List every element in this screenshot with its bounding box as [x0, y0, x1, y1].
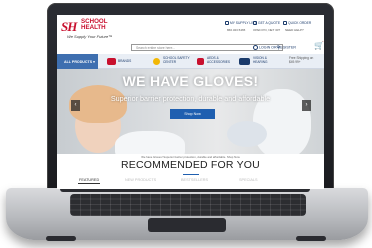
nav-item-aeds[interactable]: AEDS & ACCESSORIES [207, 56, 231, 65]
nav-item-vision-hearing[interactable]: VISION & HEARING [253, 56, 268, 65]
hero-title: WE HAVE GLOVES! [122, 73, 259, 89]
nav-item-label: BRANDS [118, 58, 132, 63]
quick-order-link[interactable]: QUICK ORDER [283, 21, 312, 26]
nav-item-label-2: CENTER [163, 59, 177, 64]
all-products-label: ALL PRODUCTS [64, 59, 93, 64]
login-label: LOGIN OR REGISTER [259, 45, 296, 50]
hero-banner[interactable]: WE HAVE GLOVES! Superior barrier protect… [57, 69, 324, 154]
open-po-link[interactable]: OPEN PO, NET 30? [253, 28, 280, 32]
hero-subtitle: Superior barrier protection, durable and… [110, 94, 271, 103]
tab-specials[interactable]: SPECIALS [239, 178, 258, 182]
tab-featured[interactable]: FEATURED [79, 178, 99, 182]
shop-now-button[interactable]: Shop Now [170, 109, 215, 119]
free-shipping-notice: Free Shipping on $49.99+ [289, 56, 313, 65]
nav-item-school-safety[interactable]: SCHOOL SAFETY CENTER [163, 56, 190, 65]
search-placeholder: Search entire store here... [136, 46, 176, 50]
cart-small-icon [283, 21, 287, 26]
aed-icon [197, 58, 204, 65]
tab-new-products[interactable]: NEW PRODUCTS [125, 178, 156, 182]
free-shipping-line2: $49.99+ [289, 59, 301, 64]
tab-active-indicator [78, 183, 100, 184]
supply-list-link[interactable]: MY SUPPLY LIST [225, 21, 256, 26]
recommended-divider [183, 174, 199, 175]
list-icon [225, 21, 229, 26]
brands-icon [107, 58, 116, 65]
get-quote-label: GET A QUOTE [258, 21, 281, 25]
quick-order-label: QUICK ORDER [288, 21, 312, 25]
brand-logo-line2: HEALTH [81, 24, 106, 32]
site-header: SH SCHOOL HEALTH We Supply Your Future™ … [57, 15, 324, 44]
brand-logo-mark[interactable]: SH [61, 19, 83, 34]
user-icon [253, 45, 258, 50]
cart-icon[interactable]: 🛒 [314, 42, 324, 50]
hero-photo-hand [227, 121, 267, 147]
recommended-title: RECOMMENDED FOR YOU [121, 159, 260, 171]
laptop-foot-left [46, 236, 76, 241]
need-help-link[interactable]: NEED HELP? [285, 28, 304, 32]
laptop-keyboard [70, 194, 306, 216]
brand-tagline: We Supply Your Future™ [67, 34, 113, 39]
laptop-touchpad [148, 218, 226, 232]
get-quote-link[interactable]: GET A QUOTE [253, 21, 281, 26]
quote-icon [253, 21, 257, 26]
nav-item-brands[interactable]: BRANDS [118, 58, 132, 64]
laptop-foot-right [296, 236, 326, 241]
login-register-link[interactable]: LOGIN OR REGISTER [253, 45, 296, 50]
all-products-menu[interactable]: ALL PRODUCTS ▾ [57, 54, 98, 69]
nav-item-label-2: HEARING [253, 59, 268, 64]
brand-logo-text[interactable]: SCHOOL HEALTH [81, 18, 107, 32]
phone-number[interactable]: 866.323.5465 [227, 28, 245, 32]
tab-bestsellers[interactable]: BESTSELLERS [181, 178, 208, 182]
chevron-left-icon[interactable]: ‹ [71, 100, 80, 111]
safety-icon [153, 58, 160, 65]
laptop-screen: SH SCHOOL HEALTH We Supply Your Future™ … [57, 15, 324, 189]
hero-photo-glove [115, 131, 185, 154]
main-nav: ALL PRODUCTS ▾ BRANDS SCHOOL SAFETY CENT… [57, 54, 324, 69]
eye-icon [239, 58, 250, 65]
chevron-right-icon[interactable]: › [302, 100, 311, 111]
nav-item-label-2: ACCESSORIES [207, 59, 231, 64]
